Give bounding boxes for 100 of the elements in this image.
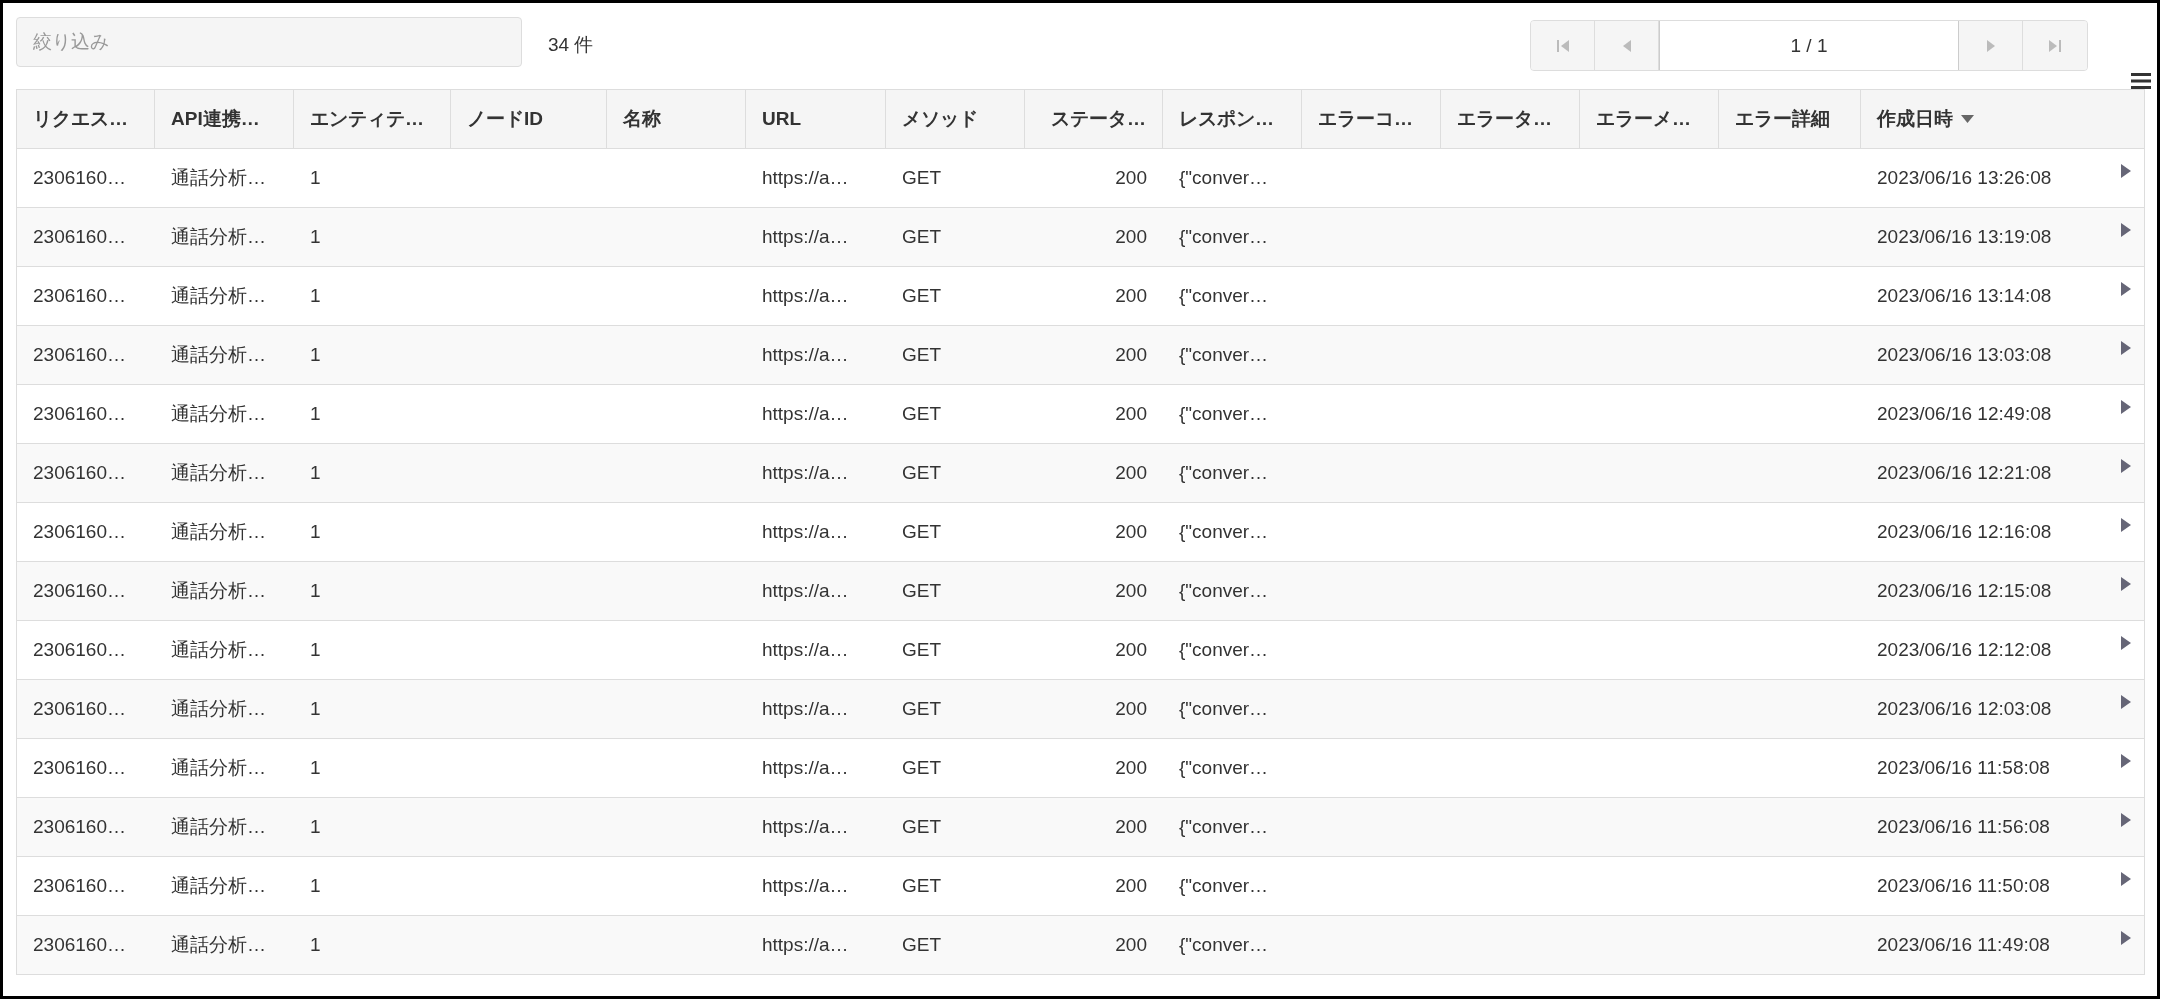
column-header[interactable]: エラー詳細 (1719, 90, 1861, 148)
expand-caret-icon[interactable] (2120, 813, 2132, 827)
table-cell: https://a… (762, 639, 849, 661)
column-header[interactable]: API連携… (155, 90, 294, 148)
expand-caret-icon[interactable] (2120, 459, 2132, 473)
column-header[interactable]: エラータ… (1441, 90, 1580, 148)
last-page-icon (2048, 37, 2062, 54)
table-cell: 1 (310, 757, 321, 779)
expand-caret-icon[interactable] (2120, 754, 2132, 768)
table-cell: GET (902, 462, 942, 484)
table-cell: 2023/06/16 12:21:08 (1877, 462, 2052, 484)
table-cell: 2306160… (33, 580, 126, 602)
table-cell: 200 (1115, 757, 1147, 779)
table-cell-text: 通話分析… (171, 756, 266, 780)
table-cell: {"conver… (1179, 462, 1269, 484)
column-header[interactable]: レスポン… (1163, 90, 1302, 148)
column-header[interactable]: URL (746, 90, 886, 148)
column-label: エンティテ… (310, 107, 424, 131)
table-cell: 2306160… (33, 462, 126, 484)
column-label: ステータ… (1051, 107, 1146, 131)
table-cell: GET (902, 757, 942, 779)
table-cell: 200 (1115, 816, 1147, 838)
table-cell: 1 (310, 639, 321, 661)
column-header[interactable]: エラーメ… (1580, 90, 1719, 148)
table-row[interactable]: 2306160… 通話分析… 1 https://a… GET 200 {"conver… 2023/06/16 12:21:08 (17, 444, 2144, 503)
table-cell: 2306160… (33, 875, 126, 897)
expand-caret-icon[interactable] (2120, 636, 2132, 650)
table-row[interactable]: 2306160… 通話分析… 1 https://a… GET 200 {"conver… 2023/06/16 12:03:08 (17, 680, 2144, 739)
table-cell: 200 (1115, 344, 1147, 366)
expand-caret-icon[interactable] (2120, 282, 2132, 296)
table-cell: GET (902, 226, 942, 248)
column-header[interactable]: 名称 (607, 90, 746, 148)
column-header[interactable]: 作成日時 (1861, 90, 2144, 148)
table-cell-text: 通話分析… (171, 225, 266, 249)
table-cell: GET (902, 344, 942, 366)
column-header[interactable]: エンティテ… (294, 90, 451, 148)
expand-caret-icon[interactable] (2120, 872, 2132, 886)
table-cell: https://a… (762, 403, 849, 425)
table-cell: GET (902, 285, 942, 307)
column-header[interactable]: エラーコ… (1302, 90, 1441, 148)
table-cell-text: 通話分析… (171, 933, 266, 957)
table-cell: 200 (1115, 639, 1147, 661)
table-row[interactable]: 2306160… 通話分析… 1 https://a… GET 200 {"conver… 2023/06/16 13:19:08 (17, 208, 2144, 267)
menu-icon[interactable] (2131, 73, 2151, 89)
column-label: API連携… (171, 107, 260, 131)
table-cell: 200 (1115, 462, 1147, 484)
table-cell: https://a… (762, 521, 849, 543)
filter-input[interactable]: 絞り込み (16, 17, 522, 67)
table-cell: 2023/06/16 12:12:08 (1877, 639, 2052, 661)
table-cell: GET (902, 521, 942, 543)
expand-caret-icon[interactable] (2120, 931, 2132, 945)
table-cell-text: 通話分析… (171, 697, 266, 721)
table-cell: 2306160… (33, 816, 126, 838)
record-count: 34 件 (548, 33, 594, 57)
expand-caret-icon[interactable] (2120, 341, 2132, 355)
table-cell: 1 (310, 875, 321, 897)
table-cell: 1 (310, 285, 321, 307)
table-row[interactable]: 2306160… 通話分析… 1 https://a… GET 200 {"conver… 2023/06/16 11:56:08 (17, 798, 2144, 857)
first-page-icon (1555, 37, 1570, 54)
table-cell-text: 通話分析… (171, 343, 266, 367)
table-cell: 2023/06/16 11:49:08 (1877, 934, 2050, 956)
table-cell: 2306160… (33, 403, 126, 425)
table-cell-text: 通話分析… (171, 815, 266, 839)
table-cell: GET (902, 639, 942, 661)
expand-caret-icon[interactable] (2120, 695, 2132, 709)
expand-caret-icon[interactable] (2120, 518, 2132, 532)
table-cell-text: 通話分析… (171, 638, 266, 662)
table-cell: 1 (310, 698, 321, 720)
column-header[interactable]: ノードID (451, 90, 607, 148)
table-cell: {"conver… (1179, 226, 1269, 248)
column-label: エラーコ… (1318, 107, 1413, 131)
table-cell: GET (902, 875, 942, 897)
table-cell: GET (902, 403, 942, 425)
expand-caret-icon[interactable] (2120, 400, 2132, 414)
table-cell: GET (902, 698, 942, 720)
table-cell: {"conver… (1179, 816, 1269, 838)
expand-caret-icon[interactable] (2120, 223, 2132, 237)
table-cell-text: 通話分析… (171, 874, 266, 898)
table-cell: {"conver… (1179, 521, 1269, 543)
column-label: 名称 (623, 107, 661, 131)
table-cell: https://a… (762, 698, 849, 720)
table-row[interactable]: 2306160… 通話分析… 1 https://a… GET 200 {"conver… 2023/06/16 13:03:08 (17, 326, 2144, 385)
expand-caret-icon[interactable] (2120, 164, 2132, 178)
table-cell: 2306160… (33, 639, 126, 661)
table-cell: {"conver… (1179, 167, 1269, 189)
table-cell: GET (902, 167, 942, 189)
expand-caret-icon[interactable] (2120, 577, 2132, 591)
table-cell: 200 (1115, 875, 1147, 897)
table-cell: GET (902, 934, 942, 956)
table-row[interactable]: 2306160… 通話分析… 1 https://a… GET 200 {"conver… 2023/06/16 12:15:08 (17, 562, 2144, 621)
column-header[interactable]: メソッド (886, 90, 1025, 148)
column-header[interactable]: ステータ… (1025, 90, 1163, 148)
table-cell: 200 (1115, 167, 1147, 189)
column-header[interactable]: リクエス… (17, 90, 155, 148)
table-cell: 2023/06/16 13:03:08 (1877, 344, 2052, 366)
column-label: エラー詳細 (1735, 107, 1830, 131)
table-cell-text: 通話分析… (171, 402, 266, 426)
column-label: ノードID (467, 107, 543, 131)
table-row[interactable]: 2306160… 通話分析… 1 https://a… GET 200 {"conver… 2023/06/16 11:49:08 (17, 916, 2144, 975)
table-cell: 1 (310, 344, 321, 366)
